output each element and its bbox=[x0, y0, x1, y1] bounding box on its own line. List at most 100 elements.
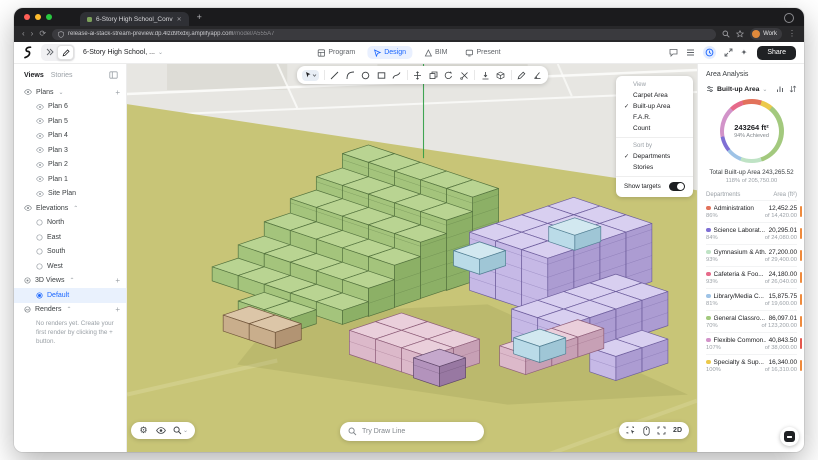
circle-tool[interactable] bbox=[360, 70, 371, 81]
eye-icon[interactable] bbox=[36, 176, 44, 182]
department-row[interactable]: Science Laborat...20,295.01 84%of 24,080… bbox=[706, 222, 797, 244]
eye-icon[interactable] bbox=[24, 89, 32, 95]
pen-tool[interactable] bbox=[391, 70, 402, 81]
tab-bim[interactable]: BIM bbox=[418, 46, 453, 59]
department-row[interactable]: Gymnasium & Ath...27,200.00 93%of 29,400… bbox=[706, 244, 797, 266]
massing-model-3d-view[interactable] bbox=[127, 64, 697, 452]
sort-icon[interactable] bbox=[789, 85, 797, 93]
search-icon[interactable] bbox=[722, 30, 730, 38]
menu-item-far[interactable]: F.A.R. bbox=[616, 112, 693, 123]
pan-mode-button[interactable] bbox=[42, 45, 57, 58]
browser-profile-icon[interactable] bbox=[784, 13, 794, 23]
sidebar-item-south[interactable]: South bbox=[14, 245, 126, 260]
back-icon[interactable]: ‹ bbox=[22, 30, 25, 38]
show-targets-toggle[interactable] bbox=[669, 182, 685, 191]
menu-item-built-up-area[interactable]: ✓Built-up Area bbox=[616, 101, 693, 112]
eye-icon[interactable] bbox=[24, 205, 32, 211]
sidebar-section-renders[interactable]: Renders⌃ + bbox=[14, 303, 126, 318]
add-3d-view-button[interactable]: + bbox=[115, 276, 120, 285]
add-plan-button[interactable]: + bbox=[115, 88, 120, 97]
menu-item-stories[interactable]: Stories bbox=[616, 162, 693, 173]
box-tool[interactable] bbox=[495, 70, 506, 81]
reload-icon[interactable]: ⟳ bbox=[39, 30, 46, 38]
sidebar-item-plan-6[interactable]: Plan 6 bbox=[14, 100, 126, 115]
forward-icon[interactable]: › bbox=[31, 30, 34, 38]
fit-view-icon[interactable] bbox=[657, 426, 666, 435]
move-tool[interactable] bbox=[412, 70, 423, 81]
history-icon[interactable] bbox=[703, 46, 716, 59]
view-circle-icon[interactable] bbox=[36, 219, 43, 226]
duplicate-tool[interactable] bbox=[428, 70, 439, 81]
sidebar-item-plan-1[interactable]: Plan 1 bbox=[14, 172, 126, 187]
tab-present[interactable]: Present bbox=[459, 46, 506, 59]
sidebar-section-plans[interactable]: Plans⌄ + bbox=[14, 85, 126, 100]
sidebar-item-plan-2[interactable]: Plan 2 bbox=[14, 158, 126, 173]
drop-tool[interactable] bbox=[480, 70, 491, 81]
new-tab-button[interactable]: + bbox=[197, 12, 202, 22]
tab-program[interactable]: Program bbox=[311, 46, 361, 59]
sidebar-item-plan-4[interactable]: Plan 4 bbox=[14, 129, 126, 144]
rotate-tool[interactable] bbox=[443, 70, 454, 81]
add-render-button[interactable]: + bbox=[115, 305, 120, 314]
maximize-window-button[interactable] bbox=[46, 14, 52, 20]
sidebar-item-north[interactable]: North bbox=[14, 216, 126, 231]
comments-icon[interactable] bbox=[669, 48, 678, 57]
minimize-window-button[interactable] bbox=[35, 14, 41, 20]
department-row[interactable]: Cafeteria & Foo...24,180.00 93%of 26,040… bbox=[706, 266, 797, 288]
menu-item-count[interactable]: Count bbox=[616, 123, 693, 134]
eye-icon[interactable] bbox=[36, 104, 44, 110]
line-tool[interactable] bbox=[329, 70, 340, 81]
rectangle-tool[interactable] bbox=[376, 70, 387, 81]
edit-mode-button[interactable] bbox=[57, 45, 74, 60]
project-name[interactable]: 6-Story High School, ... ⌄ bbox=[83, 49, 163, 56]
metric-selector[interactable]: Built-up Area bbox=[717, 86, 759, 93]
sidebar-item-plan-3[interactable]: Plan 3 bbox=[14, 143, 126, 158]
list-icon[interactable] bbox=[686, 48, 695, 57]
orbit-mouse-icon[interactable] bbox=[643, 426, 650, 436]
close-window-button[interactable] bbox=[24, 14, 30, 20]
menu-item-departments[interactable]: ✓Departments bbox=[616, 151, 693, 162]
sidebar-tab-stories[interactable]: Stories bbox=[51, 72, 73, 79]
model-canvas[interactable]: View Carpet Area ✓Built-up Area F.A.R. C… bbox=[127, 64, 697, 452]
zoom-control[interactable]: ⌄ bbox=[173, 426, 188, 435]
eye-icon[interactable] bbox=[36, 147, 44, 153]
view-circle-icon[interactable] bbox=[24, 277, 31, 284]
collapse-panel-icon[interactable] bbox=[109, 71, 118, 79]
department-row[interactable]: General Classro...86,097.01 70%of 123,20… bbox=[706, 310, 797, 332]
browser-menu-icon[interactable]: ⋮ bbox=[788, 30, 796, 38]
split-tool[interactable] bbox=[459, 70, 470, 81]
url-field[interactable]: release-ai-stack-stream-preview.dp.4lzd9… bbox=[52, 29, 716, 40]
chart-icon[interactable] bbox=[776, 85, 784, 93]
department-row[interactable]: Specialty & Sup...16,340.00 100%of 16,31… bbox=[706, 354, 797, 376]
arc-tool[interactable] bbox=[345, 70, 356, 81]
sidebar-item-site-plan[interactable]: Site Plan bbox=[14, 187, 126, 202]
sidebar-section-3d-views[interactable]: 3D Views⌃ + bbox=[14, 274, 126, 289]
pencil-tool[interactable] bbox=[516, 70, 527, 81]
measure-tool[interactable] bbox=[532, 70, 543, 81]
sidebar-item-plan-5[interactable]: Plan 5 bbox=[14, 114, 126, 129]
view-circle-icon[interactable] bbox=[36, 263, 43, 270]
visibility-icon[interactable] bbox=[156, 427, 166, 434]
expand-icon[interactable] bbox=[724, 48, 733, 57]
sparkle-icon[interactable]: ✦ bbox=[741, 49, 748, 57]
view-circle-icon[interactable] bbox=[36, 234, 43, 241]
eye-icon[interactable] bbox=[36, 162, 44, 168]
share-button[interactable]: Share bbox=[757, 46, 796, 60]
eye-icon[interactable] bbox=[36, 133, 44, 139]
department-row[interactable]: Flexible Common...40,843.50 107%of 38,00… bbox=[706, 332, 797, 354]
department-row[interactable]: Library/Media C...15,875.75 81%of 19,600… bbox=[706, 288, 797, 310]
frame-select-icon[interactable] bbox=[626, 426, 636, 435]
bookmark-star-icon[interactable] bbox=[736, 30, 744, 38]
eye-icon[interactable] bbox=[36, 191, 44, 197]
close-tab-icon[interactable]: ✕ bbox=[177, 16, 182, 23]
command-search-bar[interactable]: Try Draw Line bbox=[340, 422, 484, 441]
menu-item-carpet-area[interactable]: Carpet Area bbox=[616, 90, 693, 101]
sidebar-item-default-view[interactable]: Default bbox=[14, 288, 126, 303]
department-row[interactable]: Administration12,452.25 86%of 14,420.00 bbox=[706, 200, 797, 222]
eye-icon[interactable] bbox=[36, 118, 44, 124]
sidebar-item-east[interactable]: East bbox=[14, 230, 126, 245]
view-circle-icon[interactable] bbox=[36, 292, 43, 299]
sidebar-item-west[interactable]: West bbox=[14, 259, 126, 274]
toggle-2d-button[interactable]: 2D bbox=[673, 427, 682, 434]
sidebar-tab-views[interactable]: Views bbox=[24, 72, 44, 79]
